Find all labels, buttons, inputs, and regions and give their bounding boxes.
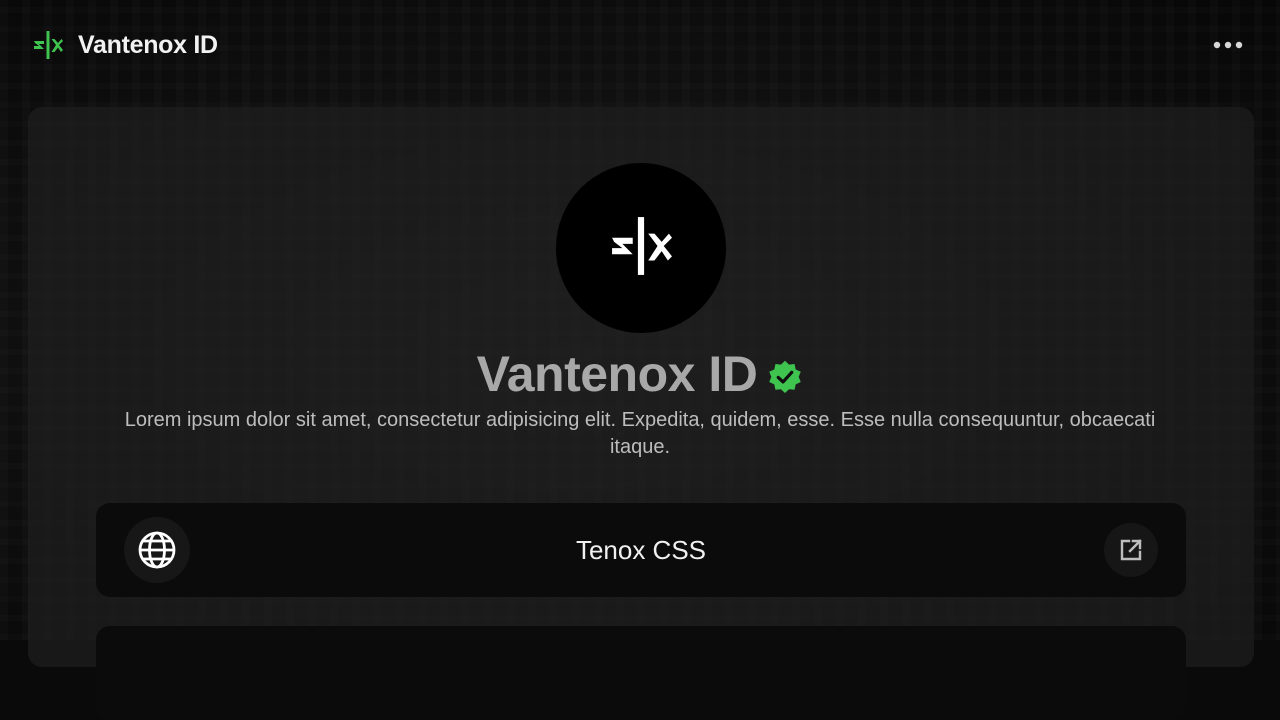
top-bar: Vantenox ID (0, 0, 1280, 90)
vantenox-logo-icon (610, 215, 672, 282)
link-button-tenox-css[interactable]: Tenox CSS (96, 503, 1186, 597)
vantenox-logo-icon (32, 29, 64, 61)
verified-badge-icon (767, 359, 803, 395)
link-button-next[interactable] (96, 626, 1186, 720)
link-label: Tenox CSS (96, 535, 1186, 566)
globe-icon (124, 517, 190, 583)
profile-name: Vantenox ID (477, 345, 758, 403)
more-options-button[interactable] (1208, 25, 1248, 65)
more-horizontal-icon (1213, 36, 1243, 54)
external-link-icon[interactable] (1104, 523, 1158, 577)
profile-bio: Lorem ipsum dolor sit amet, consectetur … (110, 407, 1170, 461)
avatar (556, 163, 726, 333)
brand-name: Vantenox ID (78, 31, 218, 60)
profile-title-row: Vantenox ID (0, 344, 1280, 404)
brand[interactable]: Vantenox ID (32, 29, 218, 61)
